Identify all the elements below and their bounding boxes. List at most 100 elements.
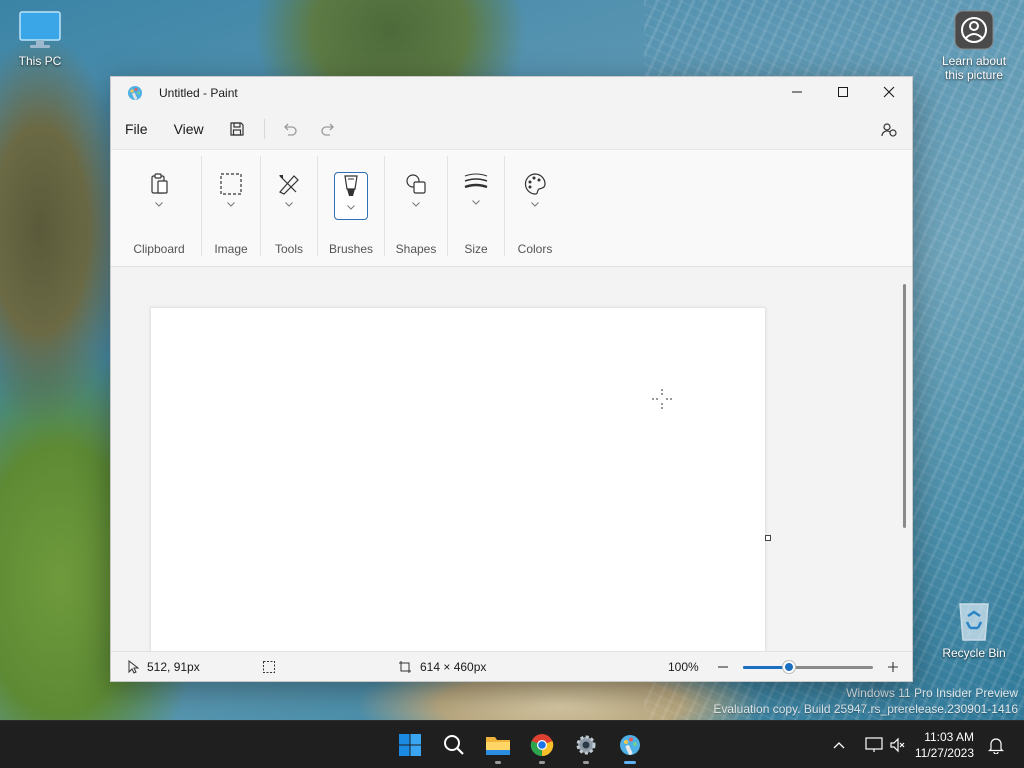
chevron-down-icon (155, 202, 163, 207)
paint-taskbar-button[interactable] (608, 725, 652, 765)
chevron-down-icon (285, 202, 293, 207)
zoom-out-icon[interactable] (717, 661, 729, 673)
brushes-button[interactable] (334, 172, 368, 220)
paint-app-icon (128, 86, 142, 100)
minimize-icon (792, 91, 802, 93)
zoom-slider[interactable] (743, 661, 873, 673)
account-settings-icon (881, 123, 897, 137)
start-button[interactable] (388, 725, 432, 765)
ribbon-group-shapes[interactable]: Shapes (385, 150, 447, 266)
ribbon-group-label: Tools (274, 242, 303, 256)
redo-icon (321, 123, 334, 136)
ribbon-group-label: Size (464, 242, 488, 256)
bell-icon[interactable] (988, 736, 1004, 754)
selection-icon (263, 660, 275, 673)
running-indicator (495, 761, 501, 764)
palette-icon (524, 173, 546, 195)
zoom-in-icon[interactable] (887, 661, 899, 673)
shapes-button[interactable] (399, 172, 433, 220)
line-width-icon (464, 173, 488, 189)
title-bar[interactable]: Untitled - Paint (111, 77, 912, 109)
pencil-eraser-icon (279, 175, 299, 195)
menu-file[interactable]: File (117, 115, 156, 143)
windows-logo-icon (399, 734, 421, 756)
cursor-position-text: 512, 91px (147, 659, 200, 674)
shapes-icon (406, 174, 426, 194)
selection-icon (220, 173, 242, 195)
ribbon-group-tools[interactable]: Tools (261, 150, 317, 266)
size-button[interactable] (459, 172, 493, 220)
tools-button[interactable] (272, 172, 306, 220)
volume-muted-icon[interactable] (889, 737, 905, 753)
canvas-size-icon (399, 660, 411, 673)
drawing-canvas[interactable] (150, 307, 766, 652)
ribbon-group-image[interactable]: Image (202, 150, 260, 266)
settings-button[interactable] (564, 725, 608, 765)
save-button[interactable] (222, 114, 252, 144)
search-button[interactable] (432, 725, 476, 765)
ribbon-group-colors[interactable]: Colors (505, 150, 565, 266)
image-select-button[interactable] (214, 172, 248, 220)
taskbar-apps (388, 721, 652, 768)
clipboard-button[interactable] (142, 172, 176, 220)
search-icon (444, 735, 464, 755)
desktop-icon-label: this picture (944, 68, 1004, 82)
ribbon-group-label: Colors (517, 242, 553, 256)
redo-button[interactable] (313, 114, 343, 144)
clipboard-icon (151, 173, 168, 194)
maximize-icon (838, 87, 848, 97)
window-title: Untitled - Paint (159, 86, 238, 100)
chevron-up-icon[interactable] (833, 741, 845, 749)
clock[interactable]: 11:03 AM 11/27/2023 (915, 729, 974, 761)
chevron-down-icon (412, 202, 420, 207)
ribbon: Clipboard Image Tools Brushes Shapes Siz… (111, 149, 912, 267)
close-icon (883, 86, 895, 98)
account-settings-button[interactable] (874, 115, 904, 145)
ribbon-group-size[interactable]: Size (448, 150, 504, 266)
desktop-icon-learn-about-picture[interactable]: Learn about this picture (934, 10, 1014, 82)
canvas-area[interactable] (111, 268, 912, 652)
undo-button[interactable] (275, 114, 305, 144)
zoom-level: 100% (668, 659, 699, 674)
taskbar: 11:03 AM 11/27/2023 (0, 720, 1024, 768)
desktop-icon-this-pc[interactable]: This PC (0, 10, 80, 68)
undo-icon (283, 123, 297, 136)
ribbon-group-clipboard[interactable]: Clipboard (117, 150, 201, 266)
ribbon-group-label: Shapes (395, 242, 437, 256)
canvas-size: 614 × 460px (398, 660, 486, 674)
chrome-button[interactable] (520, 725, 564, 765)
monitor-icon (19, 11, 61, 48)
minimize-button[interactable] (774, 77, 820, 107)
close-button[interactable] (866, 77, 912, 107)
save-icon (230, 122, 244, 136)
file-explorer-button[interactable] (476, 725, 520, 765)
brush-icon (344, 175, 358, 196)
selection-size (262, 660, 276, 674)
recycle-bin-icon (959, 603, 989, 641)
desktop-icon-label: Recycle Bin (942, 646, 1006, 660)
watermark-line: Windows 11 Pro Insider Preview (846, 686, 1018, 700)
camera-info-icon (954, 10, 994, 50)
pointer-icon (128, 659, 139, 674)
status-bar: 512, 91px 614 × 460px 100% (111, 651, 912, 681)
ribbon-group-label: Image (214, 242, 248, 256)
running-indicator (539, 761, 545, 764)
chevron-down-icon (227, 202, 235, 207)
chevron-down-icon (472, 200, 480, 205)
colors-button[interactable] (518, 172, 552, 220)
divider (263, 119, 265, 139)
zoom-slider-thumb[interactable] (782, 661, 795, 673)
paint-app-icon (620, 735, 640, 755)
network-icon[interactable] (865, 737, 883, 753)
maximize-button[interactable] (820, 77, 866, 107)
desktop-icon-recycle-bin[interactable]: Recycle Bin (934, 598, 1014, 660)
paint-window: Untitled - Paint File View Clipboard Ima… (110, 76, 913, 682)
ribbon-group-label: Clipboard (133, 242, 185, 256)
canvas-size-text: 614 × 460px (420, 659, 487, 674)
chevron-down-icon (347, 205, 355, 210)
canvas-resize-handle[interactable] (765, 535, 771, 541)
system-tray: 11:03 AM 11/27/2023 (833, 721, 1024, 768)
menu-view[interactable]: View (166, 115, 212, 143)
vertical-scrollbar[interactable] (903, 284, 906, 528)
ribbon-group-brushes[interactable]: Brushes (318, 150, 384, 266)
